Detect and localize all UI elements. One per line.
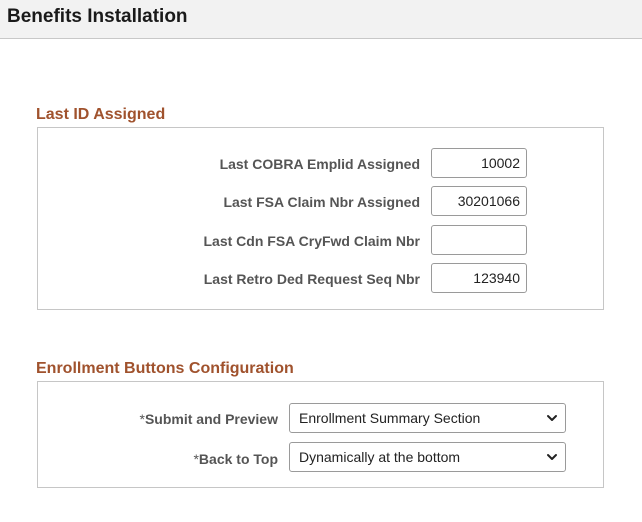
submit-and-preview-select-value: Enrollment Summary Section <box>299 410 481 426</box>
chevron-down-icon <box>547 454 557 460</box>
enrollment-group-box: *Submit and Preview Enrollment Summary S… <box>37 381 604 488</box>
back-to-top-select-value: Dynamically at the bottom <box>299 449 461 465</box>
submit-and-preview-label: *Submit and Preview <box>140 411 279 427</box>
last-cdn-fsa-cryfwd-label: Last Cdn FSA CryFwd Claim Nbr <box>203 233 420 249</box>
last-fsa-claim-nbr-label: Last FSA Claim Nbr Assigned <box>223 194 420 210</box>
back-to-top-label: *Back to Top <box>193 451 278 467</box>
last-retro-ded-seq-input[interactable] <box>431 263 527 293</box>
last-id-group-box: Last COBRA Emplid Assigned Last FSA Clai… <box>37 127 604 310</box>
chevron-down-icon <box>547 415 557 421</box>
last-retro-ded-seq-label: Last Retro Ded Request Seq Nbr <box>203 271 420 287</box>
last-cobra-emplid-label: Last COBRA Emplid Assigned <box>219 156 420 172</box>
last-id-section-title: Last ID Assigned <box>36 106 166 123</box>
back-to-top-label-text: Back to Top <box>198 451 278 467</box>
last-cobra-emplid-input[interactable] <box>431 148 527 178</box>
submit-and-preview-select[interactable]: Enrollment Summary Section <box>289 403 566 433</box>
enrollment-section-title: Enrollment Buttons Configuration <box>36 360 294 377</box>
back-to-top-select[interactable]: Dynamically at the bottom <box>289 442 566 472</box>
submit-and-preview-label-text: Submit and Preview <box>144 411 278 427</box>
page-title: Benefits Installation <box>7 6 188 27</box>
page-header: Benefits Installation <box>0 0 642 39</box>
last-fsa-claim-nbr-input[interactable] <box>431 186 527 216</box>
last-cdn-fsa-cryfwd-input[interactable] <box>431 225 527 255</box>
